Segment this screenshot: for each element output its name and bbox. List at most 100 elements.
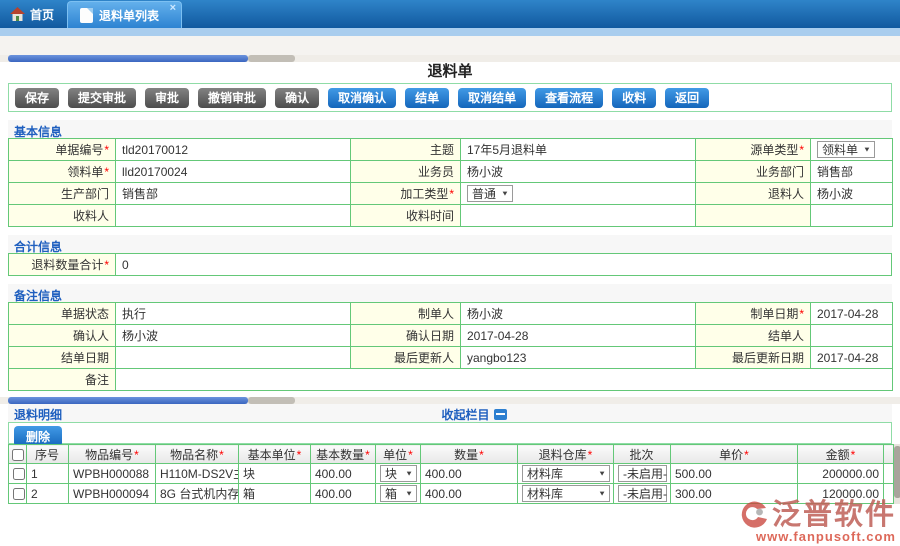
chevron-down-icon: ▼ xyxy=(863,146,871,154)
horizontal-scrollbar-bottom[interactable] xyxy=(0,397,900,404)
col-warehouse: 退料仓库* xyxy=(518,445,614,464)
cell-warehouse: 材料库▼ xyxy=(518,484,614,504)
scrollbar-track-segment xyxy=(248,55,295,62)
cell-qty[interactable]: 400.00 xyxy=(421,484,518,504)
col-batch: 批次 xyxy=(614,445,671,464)
cell-item-name[interactable]: H110M-DS2V主板 xyxy=(156,464,239,484)
empty-label-cell xyxy=(696,205,811,227)
revoke-approval-button[interactable]: 撤销审批 xyxy=(198,88,266,108)
row-checkbox[interactable] xyxy=(13,468,25,480)
cell-seq: 1 xyxy=(27,464,69,484)
col-item-code: 物品编号* xyxy=(69,445,156,464)
remark-value[interactable] xyxy=(116,369,893,391)
watermark-brand: 泛普软件 xyxy=(772,501,896,529)
row-checkbox[interactable] xyxy=(13,488,25,500)
subject-value[interactable]: 17年5月退料单 xyxy=(461,139,696,161)
salesman-label: 业务员 xyxy=(351,161,461,183)
last-updater-label: 最后更新人 xyxy=(351,347,461,369)
cancel-close-order-button[interactable]: 取消结单 xyxy=(458,88,526,108)
col-partial xyxy=(884,445,894,464)
biz-dept-label: 业务部门 xyxy=(696,161,811,183)
warehouse-select[interactable]: 材料库▼ xyxy=(522,485,610,502)
prod-dept-value[interactable]: 销售部 xyxy=(116,183,351,205)
unit-select[interactable]: 箱▼ xyxy=(380,485,417,502)
basic-info-table: 单据编号* tld20170012 主题 17年5月退料单 源单类型* 领料单▼… xyxy=(8,138,893,227)
cell-base-qty[interactable]: 400.00 xyxy=(311,464,376,484)
scrollbar-track-segment xyxy=(248,397,295,404)
warehouse-select[interactable]: 材料库▼ xyxy=(522,465,610,482)
total-qty-value[interactable]: 0 xyxy=(116,254,892,276)
tab-close-icon[interactable]: × xyxy=(170,3,176,14)
detail-section-title: 退料明细 xyxy=(14,406,62,423)
tab-bar: 首页 退料单列表 × xyxy=(0,0,900,28)
cell-partial xyxy=(884,464,894,484)
chevron-down-icon: ▼ xyxy=(405,490,413,498)
source-type-select[interactable]: 领料单▼ xyxy=(817,141,875,158)
table-row: 退料数量合计* 0 xyxy=(9,254,892,276)
receive-time-value[interactable] xyxy=(461,205,696,227)
returner-value[interactable]: 杨小波 xyxy=(811,183,893,205)
salesman-value[interactable]: 杨小波 xyxy=(461,161,696,183)
doc-no-value[interactable]: tld20170012 xyxy=(116,139,351,161)
table-row: 单据编号* tld20170012 主题 17年5月退料单 源单类型* 领料单▼ xyxy=(9,139,893,161)
horizontal-scrollbar-top[interactable] xyxy=(0,55,900,62)
col-unit: 单位* xyxy=(376,445,421,464)
back-button[interactable]: 返回 xyxy=(665,88,709,108)
tab-return-list-label: 退料单列表 xyxy=(99,7,159,24)
receive-material-button[interactable]: 收料 xyxy=(612,88,656,108)
scrollbar-thumb[interactable] xyxy=(894,446,900,498)
chevron-down-icon: ▼ xyxy=(598,470,606,478)
approve-button[interactable]: 审批 xyxy=(145,88,189,108)
tabbar-accent-strip xyxy=(0,28,900,36)
tab-home[interactable]: 首页 xyxy=(0,0,67,28)
pick-no-value[interactable]: lld20170024 xyxy=(116,161,351,183)
cell-price[interactable]: 300.00 xyxy=(671,484,798,504)
batch-select[interactable]: -未启用-▼ xyxy=(618,485,667,502)
detail-grid-wrap: 序号 物品编号* 物品名称* 基本单位* 基本数量* 单位* 数量* 退料仓库*… xyxy=(8,444,900,504)
cell-item-code[interactable]: WPBH000088 xyxy=(69,464,156,484)
cell-item-code[interactable]: WPBH000094 xyxy=(69,484,156,504)
cell-batch: -未启用-▼ xyxy=(614,464,671,484)
cancel-confirm-button[interactable]: 取消确认 xyxy=(328,88,396,108)
section-total-info: 合计信息 xyxy=(8,235,892,253)
unit-select[interactable]: 块▼ xyxy=(380,465,417,482)
cell-base-qty[interactable]: 400.00 xyxy=(311,484,376,504)
submit-approval-button[interactable]: 提交审批 xyxy=(68,88,136,108)
cell-item-name[interactable]: 8G 台式机内存 xyxy=(156,484,239,504)
doc-status-value: 执行 xyxy=(116,303,351,325)
confirm-date-value: 2017-04-28 xyxy=(461,325,696,347)
cell-unit: 箱▼ xyxy=(376,484,421,504)
scrollbar-thumb[interactable] xyxy=(8,397,248,404)
process-type-cell: 普通▼ xyxy=(461,183,696,205)
vertical-scrollbar[interactable] xyxy=(894,444,900,504)
detail-row: 2 WPBH000094 8G 台式机内存 箱 400.00 箱▼ 400.00… xyxy=(9,484,894,504)
receiver-value[interactable] xyxy=(116,205,351,227)
document-icon xyxy=(80,8,93,23)
view-flow-button[interactable]: 查看流程 xyxy=(535,88,603,108)
biz-dept-value[interactable]: 销售部 xyxy=(811,161,893,183)
receiver-label: 收料人 xyxy=(9,205,116,227)
cell-price[interactable]: 500.00 xyxy=(671,464,798,484)
cell-base-unit: 块 xyxy=(239,464,311,484)
empty-value-cell xyxy=(811,205,893,227)
collapse-columns-link[interactable]: 收起栏目 xyxy=(442,408,490,422)
collapse-icon[interactable] xyxy=(494,409,507,420)
batch-select[interactable]: -未启用-▼ xyxy=(618,465,667,482)
tab-return-list[interactable]: 退料单列表 × xyxy=(67,1,182,28)
close-date-value xyxy=(116,347,351,369)
cell-base-unit: 箱 xyxy=(239,484,311,504)
col-qty: 数量* xyxy=(421,445,518,464)
total-info-table: 退料数量合计* 0 xyxy=(8,253,892,276)
close-order-button[interactable]: 结单 xyxy=(405,88,449,108)
chevron-down-icon: ▼ xyxy=(598,490,606,498)
make-date-value[interactable]: 2017-04-28 xyxy=(811,303,893,325)
confirm-button[interactable]: 确认 xyxy=(275,88,319,108)
detail-table: 序号 物品编号* 物品名称* 基本单位* 基本数量* 单位* 数量* 退料仓库*… xyxy=(8,444,894,504)
process-type-select[interactable]: 普通▼ xyxy=(467,185,513,202)
select-all-checkbox[interactable] xyxy=(12,449,24,461)
save-button[interactable]: 保存 xyxy=(15,88,59,108)
cell-qty[interactable]: 400.00 xyxy=(421,464,518,484)
doc-status-label: 单据状态 xyxy=(9,303,116,325)
action-toolbar: 保存 提交审批 审批 撤销审批 确认 取消确认 结单 取消结单 查看流程 收料 … xyxy=(8,83,892,112)
scrollbar-thumb[interactable] xyxy=(8,55,248,62)
